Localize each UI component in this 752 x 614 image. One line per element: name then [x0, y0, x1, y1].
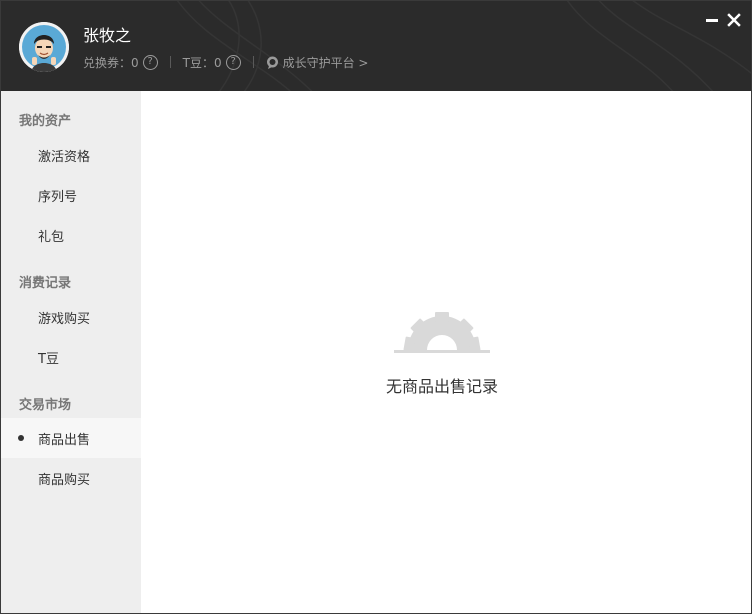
stats-divider: [169, 56, 171, 68]
stats-divider: [252, 56, 254, 68]
sidebar-item-game-purchase[interactable]: 游戏购买: [1, 297, 141, 337]
section-title-market: 交易市场: [19, 398, 72, 413]
sidebar: 我的资产 激活资格 序列号 礼包 消费记录 游戏购买 T豆 交易市场 商品出售 …: [1, 91, 141, 613]
gear-icon: [394, 312, 490, 353]
section-title-consumption: 消费记录: [19, 276, 72, 291]
active-indicator: [18, 435, 24, 441]
user-header: 张牧之 兑换券：0 ? T豆：0 ? 成长守护平台 >: [1, 1, 751, 91]
coupon-count: 兑换券：0: [83, 55, 139, 70]
account-stats: 兑换券：0 ? T豆：0 ? 成长守护平台 >: [83, 53, 368, 71]
close-button[interactable]: [725, 11, 743, 29]
empty-state-message: 无商品出售记录: [385, 377, 498, 396]
growth-platform-link[interactable]: 成长守护平台 >: [266, 54, 369, 71]
sidebar-item-gift-pack[interactable]: 礼包: [1, 215, 141, 255]
sidebar-item-tdou[interactable]: T豆: [1, 337, 141, 377]
sales-record-window: 张牧之 兑换券：0 ? T豆：0 ? 成长守护平台 > 我的资产 激活资格 序列…: [0, 0, 752, 614]
sidebar-item-serial-number[interactable]: 序列号: [1, 175, 141, 215]
header-background-pattern: [176, 1, 751, 91]
username: 张牧之: [83, 26, 132, 45]
chat-bubble-icon: [266, 56, 278, 69]
sidebar-item-activation[interactable]: 激活资格: [1, 135, 141, 175]
close-icon: [727, 13, 741, 27]
sidebar-item-label: T豆: [38, 352, 59, 367]
growth-platform-label: 成长守护平台 >: [282, 55, 369, 70]
sidebar-item-label: 游戏购买: [38, 312, 91, 327]
sidebar-item-label: 商品出售: [38, 433, 91, 448]
minimize-button[interactable]: [703, 11, 721, 29]
avatar-illustration: [19, 22, 69, 72]
coupon-help-icon[interactable]: ?: [142, 54, 158, 70]
sidebar-item-label: 序列号: [38, 190, 78, 205]
minimize-icon: [706, 19, 718, 22]
tdou-help-icon[interactable]: ?: [225, 54, 241, 70]
sidebar-item-item-purchase[interactable]: 商品购买: [1, 458, 141, 498]
avatar[interactable]: [19, 22, 69, 72]
sidebar-item-label: 商品购买: [38, 473, 91, 488]
sidebar-item-item-sales[interactable]: 商品出售: [1, 418, 141, 458]
tdou-count: T豆：0: [182, 55, 222, 70]
section-title-assets: 我的资产: [19, 114, 72, 129]
sidebar-item-label: 礼包: [38, 230, 65, 245]
main-content: 无商品出售记录: [141, 91, 751, 613]
sidebar-item-label: 激活资格: [38, 150, 91, 165]
